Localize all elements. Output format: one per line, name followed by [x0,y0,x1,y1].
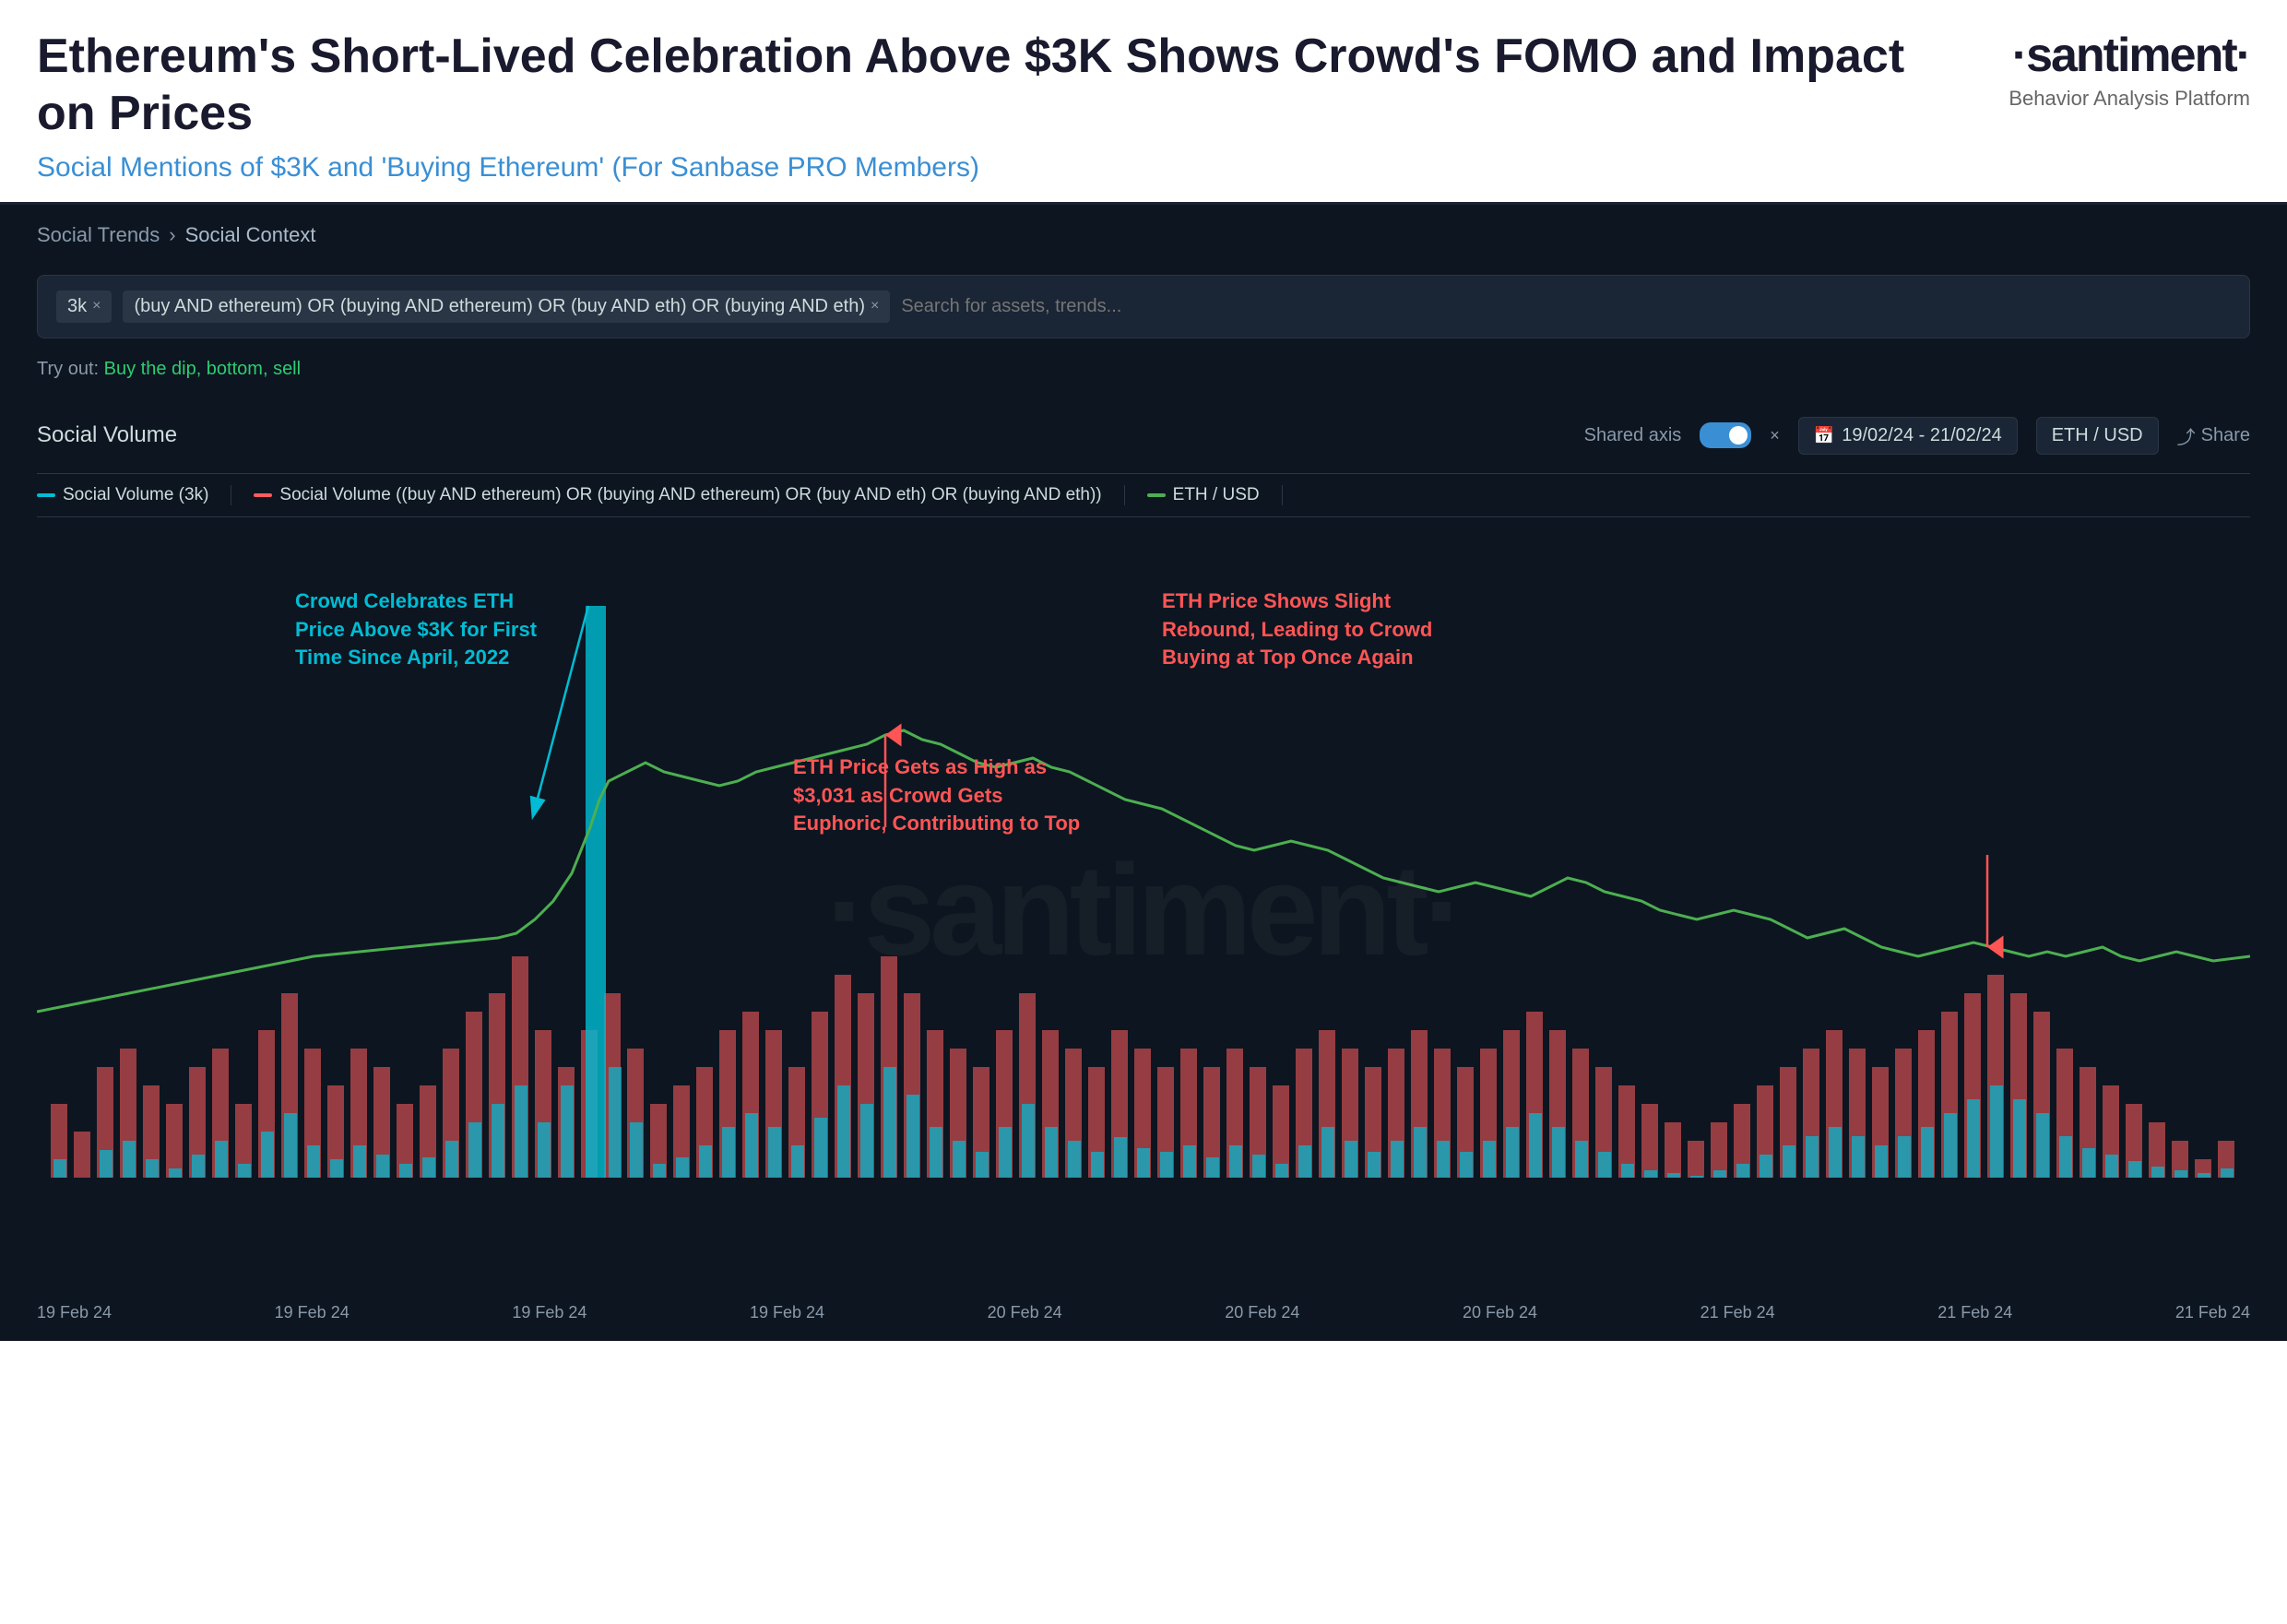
x-label-4: 19 Feb 24 [750,1303,824,1322]
try-out-row: Try out: Buy the dip, bottom, sell [0,348,2287,398]
breadcrumb-separator: › [169,223,175,247]
search-input[interactable] [901,296,2231,317]
chart-title: Social Volume [37,422,177,448]
tag-1-close[interactable]: × [92,298,101,314]
breadcrumb-parent[interactable]: Social Trends [37,223,160,247]
annotation-1: Crowd Celebrates ETHPrice Above $3K for … [295,587,537,672]
legend-item-2: Social Volume ((buy AND ethereum) OR (bu… [231,485,1124,505]
x-label-7: 20 Feb 24 [1463,1303,1537,1322]
santiment-tagline: Behavior Analysis Platform [2009,87,2250,111]
legend-item-3: ETH / USD [1125,485,1283,505]
dark-section: Social Trends › Social Context 3k × (buy… [0,205,2287,1341]
annotation-1-text: Crowd Celebrates ETHPrice Above $3K for … [295,587,537,672]
shared-axis-toggle[interactable] [1700,422,1751,448]
chart-legend: Social Volume (3k) Social Volume ((buy A… [37,473,2250,517]
date-range-picker[interactable]: 📅 19/02/24 - 21/02/24 [1798,417,2018,455]
legend-label-1: Social Volume (3k) [63,485,208,505]
x-axis: 19 Feb 24 19 Feb 24 19 Feb 24 19 Feb 24 … [37,1296,2250,1322]
legend-color-2 [254,493,272,497]
chart-section: Social Volume Shared axis × 📅 19/02/24 -… [0,398,2287,1341]
share-label: Share [2201,425,2250,446]
legend-color-1 [37,493,55,497]
toggle-knob [1729,426,1748,445]
x-label-9: 21 Feb 24 [1937,1303,2012,1322]
tag-1-text: 3k [67,296,87,317]
breadcrumb-current: Social Context [185,223,316,247]
toggle-close[interactable]: × [1770,426,1780,445]
chart-area: ·santiment· [37,532,2250,1288]
annotation-3-text: ETH Price Shows SlightRebound, Leading t… [1162,587,1432,672]
x-label-6: 20 Feb 24 [1225,1303,1299,1322]
search-bar: 3k × (buy AND ethereum) OR (buying AND e… [37,275,2250,338]
page-title: Ethereum's Short-Lived Celebration Above… [37,28,1972,143]
search-tag-2[interactable]: (buy AND ethereum) OR (buying AND ethere… [123,290,890,323]
tag-2-text: (buy AND ethereum) OR (buying AND ethere… [134,296,865,317]
chart-header: Social Volume Shared axis × 📅 19/02/24 -… [37,417,2250,455]
tag-2-close[interactable]: × [871,298,879,314]
share-button[interactable]: ⤴ Share [2177,422,2250,449]
x-label-5: 20 Feb 24 [988,1303,1062,1322]
try-out-links[interactable]: Buy the dip, bottom, sell [104,359,301,379]
header-right: ·santiment· Behavior Analysis Platform [1972,28,2250,111]
shared-axis-label: Shared axis [1584,425,1682,446]
legend-color-3 [1147,493,1166,497]
santiment-logo: ·santiment· [2009,28,2250,83]
x-label-2: 19 Feb 24 [275,1303,350,1322]
annotation-3: ETH Price Shows SlightRebound, Leading t… [1162,587,1432,672]
share-icon: ⤴ [2177,422,2196,449]
header-left: Ethereum's Short-Lived Celebration Above… [37,28,1972,184]
chart-controls: Shared axis × 📅 19/02/24 - 21/02/24 ETH … [1584,417,2250,455]
try-out-label: Try out: [37,359,99,379]
calendar-icon: 📅 [1814,426,1834,445]
page-subtitle: Social Mentions of $3K and 'Buying Ether… [37,152,1972,184]
header: Ethereum's Short-Lived Celebration Above… [0,0,2287,205]
legend-label-2: Social Volume ((buy AND ethereum) OR (bu… [279,485,1101,505]
x-label-10: 21 Feb 24 [2175,1303,2250,1322]
x-label-8: 21 Feb 24 [1700,1303,1775,1322]
legend-label-3: ETH / USD [1173,485,1260,505]
breadcrumb: Social Trends › Social Context [0,205,2287,266]
search-tag-1[interactable]: 3k × [56,290,112,323]
date-range-text: 19/02/24 - 21/02/24 [1842,425,2001,446]
legend-item-1: Social Volume (3k) [37,485,231,505]
x-label-1: 19 Feb 24 [37,1303,112,1322]
x-label-3: 19 Feb 24 [512,1303,587,1322]
annotation-2: ETH Price Gets as High as$3,031 as Crowd… [793,753,1080,838]
annotation-2-text: ETH Price Gets as High as$3,031 as Crowd… [793,753,1080,838]
eth-usd-button[interactable]: ETH / USD [2036,417,2159,455]
